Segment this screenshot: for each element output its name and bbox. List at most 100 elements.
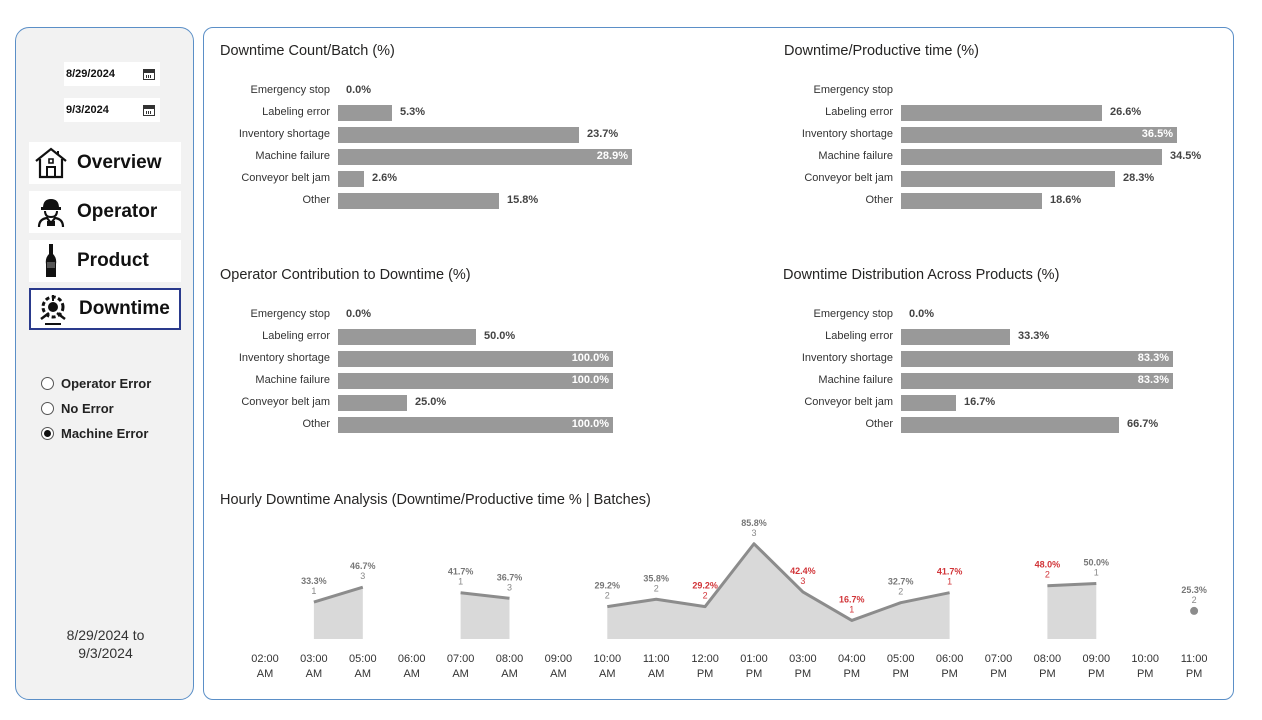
filter-label: Machine Error bbox=[61, 426, 149, 441]
house-icon bbox=[35, 147, 67, 179]
hourly-tick-ampm: PM bbox=[1039, 668, 1056, 680]
hourly-tick-time: 10:00 bbox=[594, 653, 622, 665]
hourly-tick-time: 12:00 bbox=[691, 653, 719, 665]
hourly-batch-label: 2 bbox=[1045, 570, 1050, 580]
nav-overview-label: Overview bbox=[77, 152, 162, 173]
hourly-batch-label: 1 bbox=[311, 586, 316, 596]
hourly-tick-time: 09:00 bbox=[1083, 653, 1111, 665]
hourly-tick-ampm: PM bbox=[1088, 668, 1105, 680]
hourly-tick-time: 10:00 bbox=[1131, 653, 1159, 665]
hourly-batch-label: 2 bbox=[703, 591, 708, 601]
hourly-value-label: 33.3% bbox=[301, 576, 327, 586]
hourly-tick-ampm: PM bbox=[795, 668, 812, 680]
hourly-tick-time: 03:00 bbox=[789, 653, 817, 665]
radio-button[interactable] bbox=[41, 377, 54, 390]
date-range-text: 8/29/2024 to 9/3/2024 bbox=[16, 626, 195, 662]
hourly-tick-ampm: AM bbox=[306, 668, 323, 680]
hourly-batch-label: 3 bbox=[507, 582, 512, 592]
hourly-tick-time: 05:00 bbox=[349, 653, 377, 665]
hourly-tick-ampm: AM bbox=[257, 668, 274, 680]
hourly-tick-ampm: PM bbox=[1137, 668, 1154, 680]
hourly-tick-ampm: PM bbox=[1186, 668, 1203, 680]
hourly-tick-time: 07:00 bbox=[447, 653, 475, 665]
hourly-tick-ampm: AM bbox=[599, 668, 616, 680]
hourly-value-label: 46.7% bbox=[350, 561, 376, 571]
hourly-tick-time: 04:00 bbox=[838, 653, 866, 665]
hourly-tick-ampm: PM bbox=[844, 668, 861, 680]
hourly-tick-time: 01:00 bbox=[740, 653, 768, 665]
hourly-batch-label: 3 bbox=[751, 528, 756, 538]
hourly-value-label: 36.7% bbox=[497, 572, 523, 582]
hourly-batch-label: 2 bbox=[1192, 595, 1197, 605]
hourly-batch-label: 3 bbox=[360, 571, 365, 581]
hourly-tick-time: 07:00 bbox=[985, 653, 1013, 665]
hourly-tick-time: 05:00 bbox=[887, 653, 915, 665]
nav-product-label: Product bbox=[77, 250, 149, 271]
hourly-batch-label: 2 bbox=[898, 587, 903, 597]
hourly-tick-time: 08:00 bbox=[1034, 653, 1062, 665]
filter-label: No Error bbox=[61, 401, 114, 416]
hourly-value-label: 35.8% bbox=[643, 573, 669, 583]
nav-downtime-label: Downtime bbox=[79, 298, 170, 319]
hourly-tick-ampm: AM bbox=[452, 668, 469, 680]
hourly-batch-label: 1 bbox=[458, 577, 463, 587]
hourly-tick-ampm: PM bbox=[746, 668, 763, 680]
nav-product-button[interactable]: Product bbox=[29, 240, 181, 282]
hourly-value-label: 42.4% bbox=[790, 566, 816, 576]
hourly-value-label: 50.0% bbox=[1084, 558, 1110, 568]
hourly-tick-ampm: AM bbox=[550, 668, 567, 680]
area-fill bbox=[1047, 583, 1097, 639]
hourly-value-label: 41.7% bbox=[448, 567, 474, 577]
hourly-value-label: 32.7% bbox=[888, 577, 914, 587]
date-range-line1: 8/29/2024 to bbox=[66, 627, 145, 643]
hourly-tick-ampm: PM bbox=[892, 668, 909, 680]
hourly-value-label: 48.0% bbox=[1035, 560, 1061, 570]
hourly-tick-ampm: AM bbox=[403, 668, 420, 680]
hourly-chart-svg: 02:00AM33.3%103:00AM46.7%305:00AM06:00AM… bbox=[251, 518, 1208, 680]
filter-machine-error[interactable]: Machine Error bbox=[41, 426, 148, 441]
start-date-input[interactable]: 8/29/2024 bbox=[64, 62, 160, 86]
hourly-tick-ampm: AM bbox=[648, 668, 665, 680]
nav-overview-button[interactable]: Overview bbox=[29, 142, 181, 184]
hourly-tick-time: 08:00 bbox=[496, 653, 524, 665]
hourly-value-label: 29.2% bbox=[595, 581, 621, 591]
hourly-batch-label: 2 bbox=[654, 583, 659, 593]
hourly-batch-label: 1 bbox=[849, 604, 854, 614]
nav-operator-button[interactable]: Operator bbox=[29, 191, 181, 233]
hourly-value-label: 85.8% bbox=[741, 518, 767, 528]
hourly-tick-time: 06:00 bbox=[398, 653, 426, 665]
sidebar: 8/29/2024 9/3/2024 Overview Operator Pro… bbox=[15, 27, 194, 700]
hourly-tick-time: 06:00 bbox=[936, 653, 964, 665]
calendar-icon[interactable] bbox=[143, 68, 155, 80]
hourly-tick-ampm: PM bbox=[941, 668, 958, 680]
hourly-value-label: 29.2% bbox=[692, 581, 718, 591]
area-fill bbox=[460, 592, 510, 639]
end-date-value: 9/3/2024 bbox=[66, 104, 109, 116]
hourly-tick-time: 11:00 bbox=[1181, 653, 1208, 665]
hourly-tick-time: 03:00 bbox=[300, 653, 328, 665]
radio-button-selected[interactable] bbox=[41, 427, 54, 440]
end-date-input[interactable]: 9/3/2024 bbox=[64, 98, 160, 122]
bottle-icon bbox=[45, 244, 57, 277]
hourly-batch-label: 1 bbox=[947, 577, 952, 587]
filter-label: Operator Error bbox=[61, 376, 152, 391]
hourly-batch-label: 3 bbox=[800, 576, 805, 586]
hourly-tick-time: 02:00 bbox=[251, 653, 279, 665]
filter-no-error[interactable]: No Error bbox=[41, 401, 114, 416]
hourly-tick-ampm: AM bbox=[355, 668, 372, 680]
hourly-tick-time: 11:00 bbox=[643, 653, 670, 665]
downtime-gear-icon bbox=[40, 295, 66, 325]
start-date-value: 8/29/2024 bbox=[66, 68, 115, 80]
hourly-tick-time: 09:00 bbox=[545, 653, 573, 665]
hourly-tick-ampm: PM bbox=[990, 668, 1007, 680]
hourly-tick-ampm: AM bbox=[501, 668, 518, 680]
hourly-batch-label: 2 bbox=[605, 591, 610, 601]
hourly-value-label: 41.7% bbox=[937, 567, 963, 577]
calendar-icon[interactable] bbox=[143, 104, 155, 116]
nav-downtime-button[interactable]: Downtime bbox=[29, 288, 181, 330]
date-range-line2: 9/3/2024 bbox=[78, 645, 133, 661]
hourly-value-label: 25.3% bbox=[1181, 585, 1207, 595]
main-panel: Downtime Count/Batch (%) Downtime/Produc… bbox=[203, 27, 1234, 700]
filter-operator-error[interactable]: Operator Error bbox=[41, 376, 151, 391]
radio-button[interactable] bbox=[41, 402, 54, 415]
